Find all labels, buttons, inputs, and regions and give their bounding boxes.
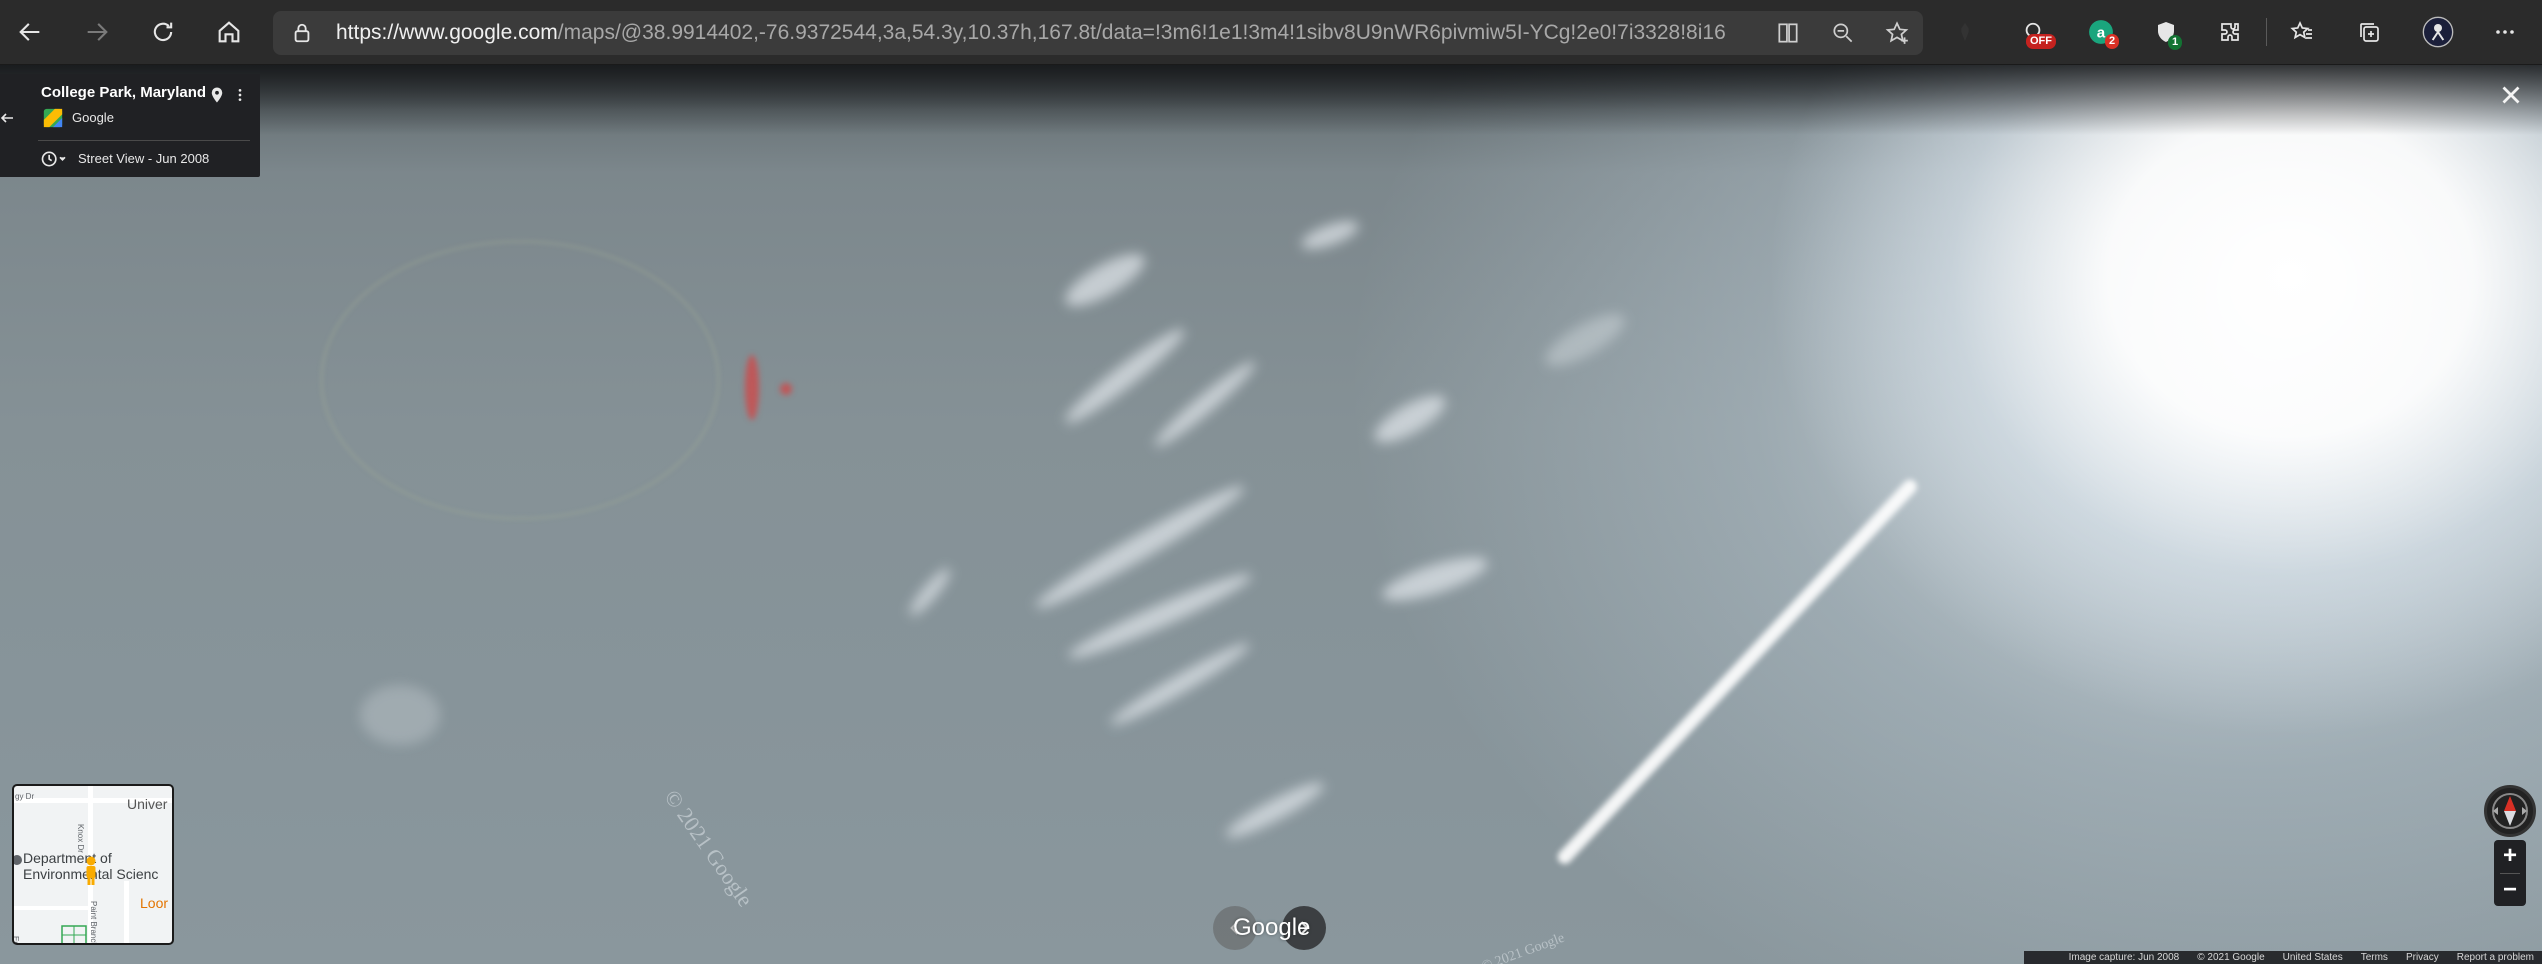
- cloud: [1059, 321, 1191, 431]
- map-street-label: Knox Dr: [76, 824, 85, 853]
- extension-a-icon[interactable]: a 2: [2083, 14, 2120, 50]
- lock-icon[interactable]: [291, 22, 313, 44]
- time-travel-icon[interactable]: [40, 149, 70, 169]
- extension-pin-icon[interactable]: [1947, 14, 1983, 50]
- pegman-icon: [86, 856, 96, 885]
- map-label: Univer: [127, 796, 168, 812]
- extension-shield-badge: 1: [2168, 35, 2183, 50]
- cloud: [1538, 304, 1632, 376]
- terms-link[interactable]: Terms: [2361, 952, 2388, 963]
- map-street-label: gy Dr: [15, 792, 35, 801]
- cloud: [1058, 244, 1152, 316]
- location-pin-icon[interactable]: [208, 84, 226, 106]
- capture-date[interactable]: Street View - Jun 2008: [78, 151, 209, 166]
- google-logo: Google: [1233, 914, 1311, 941]
- cloud: [905, 564, 955, 620]
- url-text[interactable]: https://www.google.com/maps/@38.9914402,…: [336, 21, 1726, 45]
- cloud: [1106, 636, 1254, 732]
- browser-toolbar: https://www.google.com/maps/@38.9914402,…: [0, 0, 2542, 65]
- collections-icon[interactable]: [2351, 14, 2387, 50]
- refresh-icon[interactable]: [145, 14, 181, 50]
- close-icon[interactable]: [2496, 80, 2526, 110]
- back-to-map-icon[interactable]: [0, 110, 14, 126]
- copyright-text: © 2021 Google: [2197, 952, 2265, 963]
- zoom-in-button[interactable]: +: [2494, 840, 2526, 872]
- minimap[interactable]: gy Dr Knox Dr Engineering Paint Branch U…: [12, 784, 174, 945]
- cloud: [1378, 548, 1492, 610]
- address-bar[interactable]: https://www.google.com/maps/@38.9914402,…: [273, 11, 1923, 55]
- extension-off-badge: OFF: [2026, 34, 2056, 49]
- cloud: [1149, 355, 1261, 453]
- location-card: College Park, Maryland Google Street Vie…: [0, 74, 260, 177]
- add-favorite-icon[interactable]: [1884, 20, 1910, 46]
- location-title: College Park, Maryland: [41, 84, 207, 101]
- compass[interactable]: [2484, 785, 2536, 837]
- privacy-link[interactable]: Privacy: [2406, 952, 2439, 963]
- zoom-controls: + −: [2494, 840, 2526, 906]
- back-arrow-icon[interactable]: [12, 14, 48, 50]
- watermark: © 2021 Google: [659, 785, 759, 912]
- card-divider: [38, 140, 250, 141]
- favorites-icon[interactable]: [2284, 14, 2320, 50]
- map-building-icon: [61, 925, 87, 943]
- zoom-icon[interactable]: [1830, 20, 1856, 46]
- compass-icon: [2492, 793, 2528, 829]
- cloud: [1221, 775, 1329, 845]
- map-footer: Image capture: Jun 2008 © 2021 Google Un…: [2024, 951, 2542, 964]
- light-streak: [1554, 476, 1920, 867]
- top-shade: [0, 65, 2542, 135]
- home-icon[interactable]: [211, 14, 247, 50]
- map-road: [124, 881, 129, 943]
- extension-a-badge: 2: [2105, 34, 2120, 49]
- map-street-label: Engineering: [14, 936, 20, 943]
- extensions-icon[interactable]: [2212, 14, 2248, 50]
- map-label: Loor: [140, 895, 169, 911]
- extension-off-icon[interactable]: OFF: [2015, 14, 2056, 50]
- cloud: [360, 685, 440, 745]
- forward-arrow-icon[interactable]: [79, 14, 115, 50]
- url-host: https://www.google.com: [336, 21, 558, 44]
- google-maps-icon: [43, 108, 63, 128]
- lens-flare-red: [745, 355, 759, 420]
- cloud: [1298, 215, 1362, 255]
- extension-shield-icon[interactable]: 1: [2148, 14, 2184, 50]
- image-capture-text: Image capture: Jun 2008: [2068, 952, 2180, 963]
- immersive-reader-icon[interactable]: [1775, 20, 1801, 46]
- toolbar-divider: [2266, 18, 2267, 46]
- country-link[interactable]: United States: [2283, 952, 2343, 963]
- more-menu-icon[interactable]: [2487, 14, 2523, 50]
- place-marker-icon: [14, 855, 22, 865]
- report-problem-link[interactable]: Report a problem: [2457, 952, 2534, 963]
- map-street-label: Paint Branch: [89, 901, 98, 945]
- more-options-icon[interactable]: [232, 84, 248, 106]
- map-label: Department of: [23, 850, 112, 866]
- map-road: [14, 906, 88, 910]
- imagery-source: Google: [72, 110, 114, 125]
- url-path: /maps/@38.9914402,-76.9372544,3a,54.3y,1…: [557, 21, 1726, 44]
- cloud: [1368, 386, 1452, 452]
- lens-flare-red-dot: [780, 383, 792, 395]
- watermark-small: © 2021 Google: [1479, 930, 1567, 964]
- zoom-out-button[interactable]: −: [2494, 874, 2526, 906]
- street-view-canvas[interactable]: © 2021 Google © 2021 Google Google: [0, 65, 2542, 964]
- lens-flare: [320, 240, 720, 520]
- profile-avatar[interactable]: [2420, 14, 2456, 50]
